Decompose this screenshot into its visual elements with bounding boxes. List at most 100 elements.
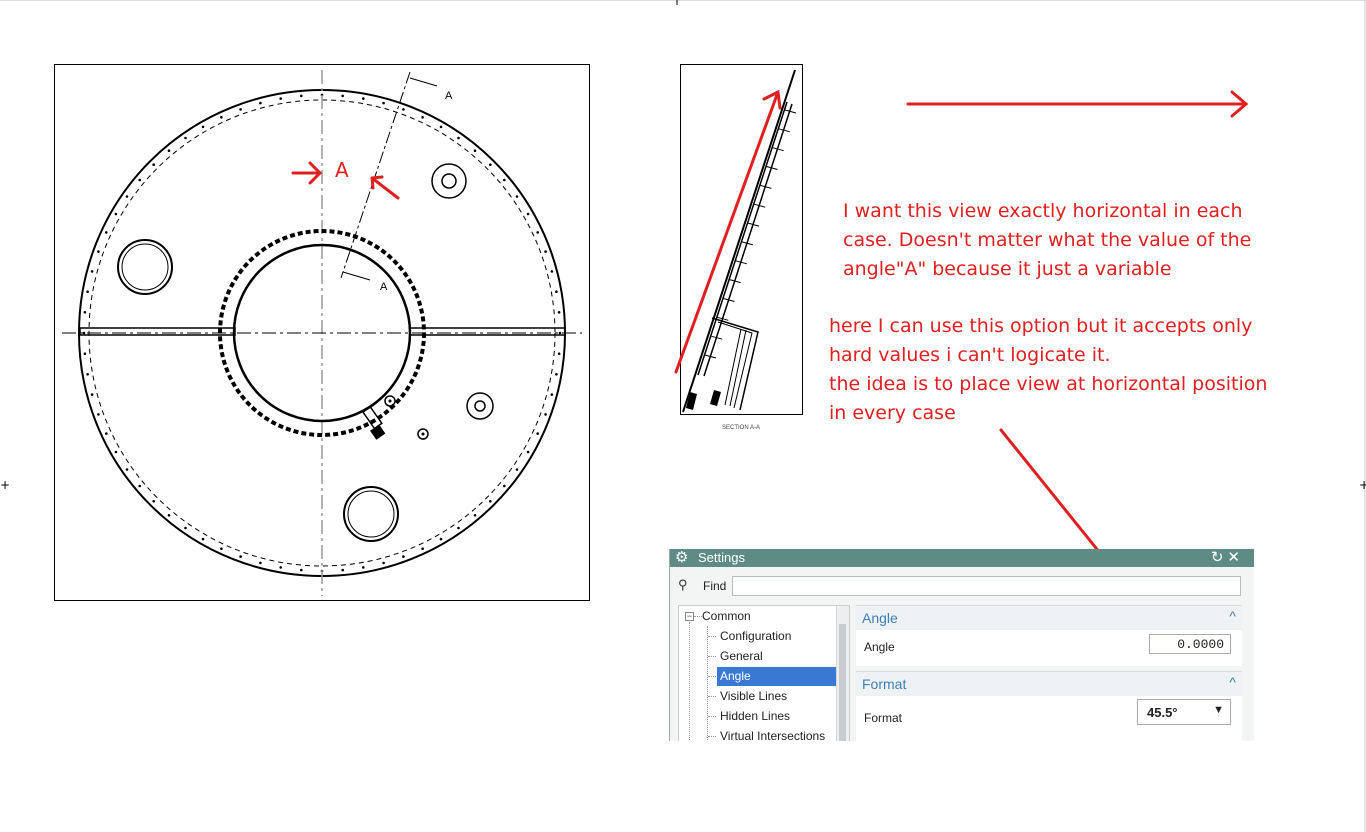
bolt-hole — [83, 352, 87, 356]
dialog-title-bar[interactable]: ⚙ Settings ↻✕ — [670, 549, 1254, 567]
bolt-hole — [259, 101, 262, 105]
bolt-hole — [555, 290, 558, 294]
binoculars-icon: ⚲ — [678, 577, 688, 592]
bolt-hole — [90, 270, 94, 273]
bolt-hole — [382, 561, 385, 565]
bolt-hole — [457, 136, 460, 140]
bolt-hole — [550, 393, 554, 396]
bolt-hole — [201, 125, 205, 129]
format-dropdown[interactable]: 45.5° ▼ — [1137, 699, 1231, 725]
gear-icon: ⚙ — [675, 549, 689, 566]
bolt-hole — [362, 566, 365, 569]
angle-group-header[interactable]: Angle ^ — [856, 605, 1242, 630]
bolt-hole — [239, 555, 242, 558]
bolt-hole — [402, 555, 405, 558]
bolt-hole — [473, 149, 477, 152]
bolt-hole — [515, 195, 519, 198]
tree-item-visible-lines[interactable]: Visible Lines — [720, 687, 787, 706]
cut-label-top: A — [445, 90, 453, 102]
bolt-hole — [90, 393, 94, 396]
bolt-hole — [125, 468, 129, 471]
section-marker-a: A — [335, 158, 349, 182]
reset-icon[interactable]: ↻ — [1211, 549, 1228, 566]
bolt-hole — [558, 331, 562, 335]
bolt-hole — [341, 94, 345, 98]
annotation-note-horizontal: I want this view exactly horizontal in e… — [843, 200, 1252, 280]
bolt-hole — [83, 311, 87, 314]
bolt-hole — [239, 108, 242, 111]
annotation-note-option: here I can use this option but it accept… — [829, 315, 1268, 424]
bolt-hole — [220, 116, 223, 119]
bolt-hole — [114, 450, 118, 454]
plan-view: A A — [54, 64, 590, 601]
bolt-hole — [138, 484, 141, 488]
bolt-hole — [526, 212, 530, 216]
bolt-hole — [503, 484, 506, 488]
svg-text:+: + — [1359, 478, 1366, 492]
bolt-hole — [300, 94, 303, 98]
section-view: SECTION A-A — [680, 64, 803, 431]
bolt-hole — [439, 537, 443, 541]
tree-item-hidden-lines[interactable]: Hidden Lines — [720, 707, 790, 726]
bolt-hole — [439, 125, 443, 129]
bolt-hole — [557, 352, 561, 356]
tree-item-configuration[interactable]: Configuration — [720, 627, 791, 646]
find-input[interactable] — [732, 576, 1241, 596]
find-row: ⚲ Find — [670, 571, 1254, 599]
bolt-hole — [86, 373, 89, 376]
tree-item-common[interactable]: Common — [702, 607, 751, 626]
bolt-hole — [421, 116, 424, 119]
format-group-body: Format 45.5° ▼ — [856, 696, 1242, 741]
bolt-hole — [167, 149, 171, 152]
bolt-hole — [457, 526, 460, 530]
bolt-hole — [341, 568, 345, 572]
bolt-hole — [201, 537, 205, 541]
chevron-up-icon[interactable]: ^ — [1229, 608, 1236, 624]
bolt-hole — [152, 500, 155, 503]
bolt-hole — [557, 311, 561, 314]
bolt-hole — [489, 163, 492, 166]
tree-scrollbar-thumb[interactable] — [839, 624, 846, 741]
bolt-hole — [555, 373, 558, 376]
close-icon[interactable]: ✕ — [1227, 549, 1244, 566]
bolt-hole — [536, 231, 539, 234]
tree-item-general[interactable]: General — [720, 647, 763, 666]
section-caption: SECTION A-A — [722, 425, 760, 431]
tree-item-virtual-intersections[interactable]: Virtual Intersections — [720, 727, 825, 741]
settings-dialog: ⚙ Settings ↻✕ ⚲ Find − Common Configurat… — [669, 549, 1254, 741]
bolt-hole — [82, 331, 86, 335]
angle-group-body: Angle 0.0000 — [856, 630, 1242, 666]
format-group-header[interactable]: Format ^ — [856, 671, 1242, 696]
svg-text:+: + — [0, 478, 10, 492]
bolt-hole — [279, 97, 283, 100]
bolt-hole — [220, 547, 223, 550]
bolt-hole — [105, 432, 108, 435]
tree-scrollbar[interactable] — [836, 606, 849, 741]
bolt-hole — [544, 250, 547, 253]
bolt-hole — [544, 413, 547, 416]
bolt-hole — [184, 526, 187, 530]
bolt-hole — [105, 231, 108, 234]
tree-collapse-toggle[interactable]: − — [685, 612, 694, 621]
bolt-hole — [382, 101, 385, 105]
bolt-hole — [503, 178, 506, 182]
bolt-hole — [473, 514, 477, 517]
cut-label-bottom: A — [380, 281, 388, 293]
tree-item-angle[interactable]: Angle — [717, 667, 837, 686]
bolt-hole — [152, 163, 155, 166]
angle-group-title: Angle — [862, 610, 898, 626]
bolt-hole — [114, 212, 118, 216]
chevron-down-icon[interactable]: ▼ — [1213, 704, 1224, 716]
bolt-hole — [421, 547, 424, 550]
chevron-up-icon[interactable]: ^ — [1229, 674, 1236, 690]
format-group-title: Format — [862, 676, 907, 692]
angle-input[interactable]: 0.0000 — [1149, 634, 1231, 654]
bolt-hole — [300, 568, 303, 572]
bolt-hole — [125, 195, 129, 198]
bolt-hole — [515, 468, 519, 471]
bolt-hole — [86, 290, 89, 294]
dialog-title: Settings — [698, 550, 745, 565]
bolt-hole — [279, 566, 283, 569]
bolt-hole — [550, 270, 554, 273]
settings-tree: − Common Configuration General Angle Vis… — [678, 605, 850, 741]
